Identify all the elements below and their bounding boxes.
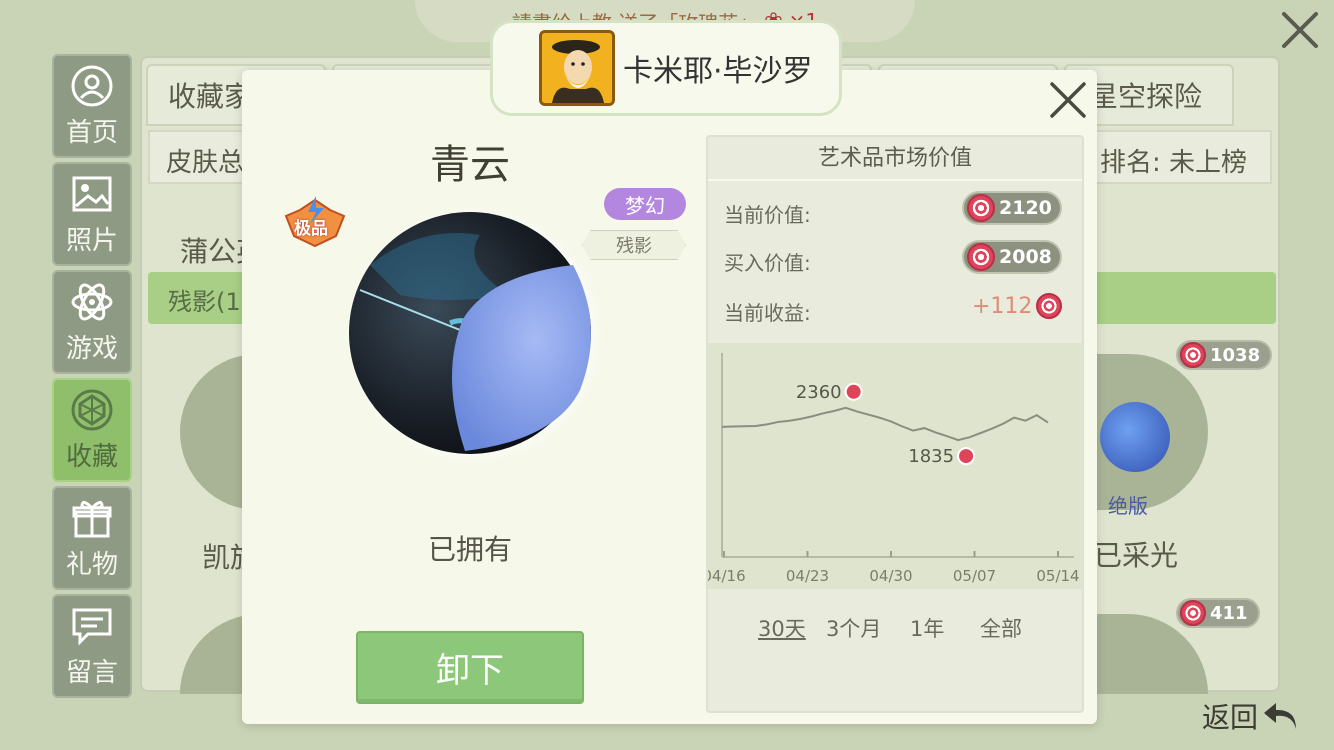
candy-icon: [1036, 293, 1063, 319]
side-nav-gifts[interactable]: 礼物: [52, 486, 132, 590]
owner-header: 卡米耶·毕沙罗: [490, 20, 842, 116]
x-tick-label: 05/07: [953, 567, 996, 585]
unequip-label: 卸下: [436, 651, 504, 691]
filter-label: 残影(1: [168, 288, 241, 316]
x-tick-label: 05/14: [1036, 567, 1079, 585]
side-nav-games[interactable]: 游戏: [52, 270, 132, 374]
item-title: 青云: [430, 142, 510, 188]
side-nav-label: 收藏: [65, 441, 118, 472]
gain-display: +112: [972, 293, 1063, 319]
photo-icon: [72, 176, 112, 211]
current-value: 2120: [999, 197, 1052, 219]
portrait-icon: [542, 33, 612, 103]
gain-label: 当前收益:: [724, 301, 811, 325]
x-tick-label: 04/23: [786, 567, 829, 585]
price-chart: 04/16 04/23 04/30 05/07 05/14 2360 1835: [702, 343, 1082, 589]
tab-label: 星空探险: [1089, 80, 1202, 113]
skin-caption-depleted: 已采光: [1094, 539, 1179, 572]
side-nav-label: 礼物: [65, 549, 118, 580]
price-chart-svg: 04/16 04/23 04/30 05/07 05/14 2360 1835: [702, 353, 1080, 585]
return-arrow-icon: [1264, 703, 1297, 729]
range-tab-30d[interactable]: 30天: [758, 613, 806, 643]
limited-tag: 绝版: [1108, 494, 1148, 518]
atom-icon: [71, 283, 113, 320]
candy-icon: [967, 243, 995, 271]
unequip-button[interactable]: 卸下: [356, 631, 584, 704]
skin-total-label: 皮肤总: [166, 148, 245, 178]
range-tab-1y[interactable]: 1年: [910, 613, 944, 643]
tag-dream: 梦幻: [604, 188, 686, 220]
buy-value-pill: 2008: [962, 240, 1062, 274]
side-nav-collection[interactable]: 收藏: [52, 378, 132, 482]
owner-name: 卡米耶·毕沙罗: [623, 54, 813, 89]
home-icon: [71, 65, 113, 106]
rank-label: 排名: 未上榜: [1100, 148, 1248, 178]
return-label: 返回: [1202, 701, 1259, 734]
series-line: [721, 406, 1049, 442]
gain-value: +112: [972, 293, 1033, 319]
gem-icon: [71, 389, 113, 430]
skin-thumb[interactable]: [1082, 354, 1208, 510]
candy-icon: [967, 194, 995, 222]
planet-skin-image: [345, 205, 605, 465]
close-icon[interactable]: [1046, 78, 1090, 122]
close-icon[interactable]: [1276, 6, 1324, 54]
market-value-panel: 艺术品市场价值 当前价值: 2120 买入价值: 2008 当前收益: +112…: [702, 135, 1084, 713]
gift-icon: [72, 500, 112, 537]
price-value: 411: [1210, 602, 1248, 624]
range-tab-all[interactable]: 全部: [980, 613, 1022, 643]
market-title: 艺术品市场价值: [708, 137, 1082, 181]
rarity-label: 极品: [294, 219, 328, 239]
side-nav-messages[interactable]: 留言: [52, 594, 132, 698]
side-nav-label: 留言: [65, 657, 118, 688]
range-tab-3m[interactable]: 3个月: [826, 613, 881, 643]
x-tick-label: 04/16: [708, 567, 746, 585]
data-label-min: 1835: [908, 446, 954, 467]
side-nav-label: 游戏: [65, 333, 118, 364]
side-nav-photos[interactable]: 照片: [52, 162, 132, 266]
owned-status: 已拥有: [427, 533, 512, 566]
candy-icon: [1180, 600, 1206, 626]
tab-label: 收藏家: [168, 80, 253, 113]
candy-icon: [1180, 342, 1206, 368]
side-nav: 首页 照片 游戏 收藏 礼物 留言: [52, 54, 134, 702]
owner-avatar[interactable]: [539, 30, 615, 106]
x-tick-label: 04/30: [869, 567, 912, 585]
message-icon: [72, 608, 112, 646]
buy-value-label: 买入价值:: [724, 251, 811, 275]
current-value-pill: 2120: [962, 191, 1062, 225]
buy-value: 2008: [999, 246, 1052, 268]
data-label-max: 2360: [796, 382, 842, 403]
price-value: 1038: [1210, 344, 1261, 366]
candy-marker: [957, 447, 976, 466]
candy-marker: [844, 382, 863, 401]
current-value-label: 当前价值:: [724, 203, 811, 227]
side-nav-label: 首页: [65, 117, 118, 148]
price-pill: 1038: [1176, 340, 1273, 370]
side-nav-label: 照片: [65, 225, 118, 256]
return-button[interactable]: 返回: [1202, 696, 1300, 736]
side-nav-home[interactable]: 首页: [52, 54, 132, 158]
price-pill: 411: [1176, 598, 1260, 628]
